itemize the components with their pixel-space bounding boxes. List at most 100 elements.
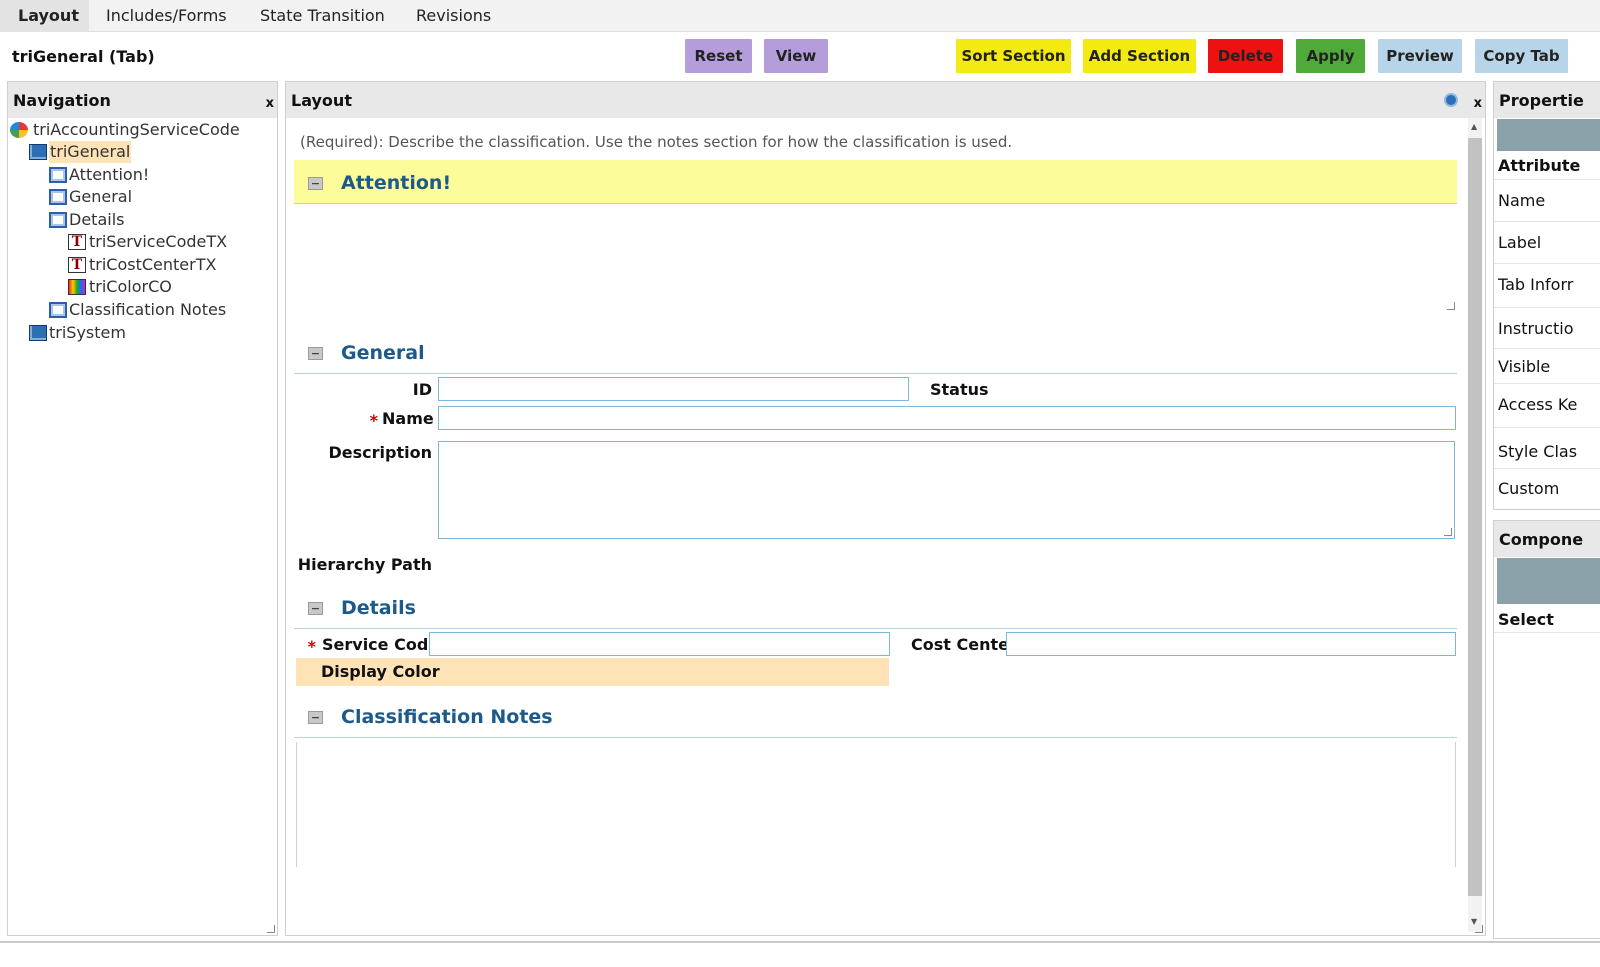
id-field[interactable] xyxy=(438,377,909,401)
resize-handle-icon[interactable] xyxy=(267,925,275,933)
display-color-label: Display Color xyxy=(321,662,440,681)
name-label: Name xyxy=(382,409,434,428)
divider xyxy=(1494,348,1600,349)
description-textarea[interactable] xyxy=(438,441,1455,539)
collapse-icon[interactable]: − xyxy=(308,602,323,615)
color-field-icon xyxy=(68,279,86,295)
prop-tab-info: Tab Inforr xyxy=(1498,275,1574,294)
layout-title: Layout xyxy=(291,91,352,110)
tree-label: triColorCO xyxy=(89,277,172,296)
top-tab-bar: Layout Includes/Forms State Transition R… xyxy=(0,0,1600,32)
refresh-icon[interactable] xyxy=(1444,93,1458,107)
copy-tab-button[interactable]: Copy Tab xyxy=(1475,39,1568,73)
layout-header: Layout x xyxy=(286,82,1485,118)
prop-instruction: Instructio xyxy=(1498,319,1574,338)
divider xyxy=(1494,221,1600,222)
service-code-label: Service Code xyxy=(322,635,440,654)
scrollbar-thumb[interactable] xyxy=(1468,138,1482,896)
scrollbar[interactable]: ▲ ▼ xyxy=(1468,118,1482,932)
notes-textarea[interactable] xyxy=(296,742,1456,867)
tab-revisions[interactable]: Revisions xyxy=(416,0,491,32)
navigation-header: Navigation x xyxy=(8,82,277,118)
section-header-notes: − Classification Notes xyxy=(294,694,1457,738)
layout-panel: Layout x (Required): Describe the classi… xyxy=(285,81,1486,936)
section-title: Attention! xyxy=(341,172,452,194)
add-section-button[interactable]: Add Section xyxy=(1083,39,1196,73)
view-button[interactable]: View xyxy=(764,39,828,73)
tree-label: triSystem xyxy=(49,323,126,342)
tree-label: General xyxy=(69,187,133,206)
divider xyxy=(1494,468,1600,469)
attention-textarea[interactable] xyxy=(296,206,1457,312)
prop-label: Label xyxy=(1498,233,1542,252)
components-header: Compone xyxy=(1494,521,1600,557)
components-panel: Compone Select xyxy=(1493,520,1600,939)
resize-handle-icon[interactable] xyxy=(1447,302,1455,310)
sort-section-button[interactable]: Sort Section xyxy=(956,39,1071,73)
collapse-icon[interactable]: − xyxy=(308,347,323,360)
tree-label-selected: triGeneral xyxy=(49,141,132,163)
divider xyxy=(1494,307,1600,308)
resize-handle-icon[interactable] xyxy=(1475,925,1483,933)
name-field[interactable] xyxy=(438,406,1456,430)
select-header[interactable]: Select xyxy=(1498,610,1554,629)
divider xyxy=(1494,427,1600,428)
attribute-header: Attribute xyxy=(1498,156,1581,175)
divider xyxy=(1494,263,1600,264)
status-label: Status xyxy=(930,380,989,399)
toolbar: triGeneral (Tab) Reset View Sort Section… xyxy=(0,33,1600,79)
id-label: ID xyxy=(412,380,432,399)
tab-icon xyxy=(29,144,47,160)
text-field-icon: T xyxy=(68,257,86,273)
tree-label: Attention! xyxy=(69,165,150,184)
prop-custom: Custom xyxy=(1498,479,1560,498)
tree-label: Details xyxy=(69,210,125,229)
prop-visible: Visible xyxy=(1498,357,1551,376)
properties-panel: Propertie Attribute Name Label Tab Infor… xyxy=(1493,81,1600,510)
divider xyxy=(1494,179,1600,180)
preview-button[interactable]: Preview xyxy=(1378,39,1462,73)
tree-label: triServiceCodeTX xyxy=(89,232,228,251)
components-toolbar xyxy=(1497,558,1600,604)
tab-layout[interactable]: Layout xyxy=(0,0,89,32)
apply-button[interactable]: Apply xyxy=(1296,39,1365,73)
prop-access-key: Access Ke xyxy=(1498,395,1578,414)
collapse-icon[interactable]: − xyxy=(308,711,323,724)
prop-name: Name xyxy=(1498,191,1546,210)
delete-button[interactable]: Delete xyxy=(1208,39,1283,73)
scroll-up-icon[interactable]: ▲ xyxy=(1471,122,1477,131)
cost-center-label: Cost Center xyxy=(911,635,1017,654)
page-title: triGeneral (Tab) xyxy=(12,47,155,66)
divider xyxy=(1494,632,1600,633)
properties-toolbar xyxy=(1497,119,1600,151)
app-icon xyxy=(10,122,28,138)
section-header-general: − General xyxy=(294,330,1457,374)
resize-handle-icon[interactable] xyxy=(1444,528,1452,536)
text-field-icon: T xyxy=(68,234,86,250)
tree-label: Classification Notes xyxy=(69,300,227,319)
tree-label: triAccountingServiceCode xyxy=(33,120,240,139)
reset-button[interactable]: Reset xyxy=(685,39,752,73)
prop-style-class: Style Clas xyxy=(1498,442,1578,461)
description-label: Description xyxy=(328,443,432,462)
service-code-field[interactable] xyxy=(429,632,890,656)
tree-label: triCostCenterTX xyxy=(89,255,217,274)
cost-center-field[interactable] xyxy=(1006,632,1456,656)
section-icon xyxy=(49,212,67,228)
section-icon xyxy=(49,167,67,183)
section-title: Classification Notes xyxy=(341,706,553,728)
close-icon[interactable]: x xyxy=(266,96,274,111)
section-icon xyxy=(49,189,67,205)
properties-title: Propertie xyxy=(1499,91,1584,110)
section-header-details: − Details xyxy=(294,585,1457,629)
tab-state-transition[interactable]: State Transition xyxy=(260,0,385,32)
tab-includes-forms[interactable]: Includes/Forms xyxy=(106,0,227,32)
hierarchy-path-label: Hierarchy Path xyxy=(297,555,432,574)
close-icon[interactable]: x xyxy=(1474,96,1482,111)
required-indicator: * xyxy=(369,411,378,430)
bottom-border xyxy=(0,941,1600,967)
required-indicator: * xyxy=(307,637,316,656)
collapse-icon[interactable]: − xyxy=(308,177,323,190)
section-header-attention: − Attention! xyxy=(294,160,1457,204)
instructions-text: (Required): Describe the classification.… xyxy=(300,133,1013,151)
